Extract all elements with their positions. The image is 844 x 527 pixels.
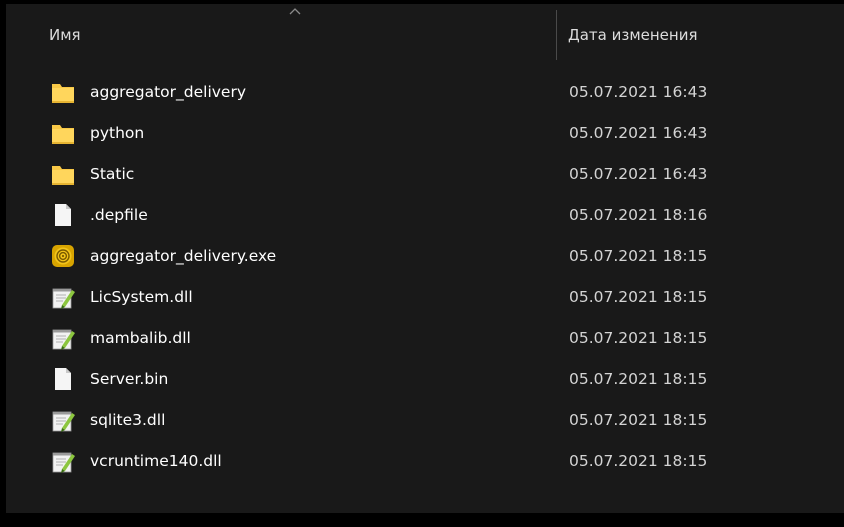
file-date-modified: 05.07.2021 18:15	[569, 452, 708, 470]
window-frame-bottom	[0, 513, 844, 527]
file-name: aggregator_delivery	[90, 83, 247, 101]
file-date-modified: 05.07.2021 18:15	[569, 411, 708, 429]
file-icon	[55, 368, 71, 390]
file-date-modified: 05.07.2021 18:15	[569, 288, 708, 306]
file-date-modified: 05.07.2021 16:43	[569, 83, 708, 101]
file-date-modified: 05.07.2021 16:43	[569, 124, 708, 142]
file-icon	[55, 204, 71, 226]
file-row[interactable]: .depfile 05.07.2021 18:16	[6, 195, 844, 236]
folder-icon	[52, 84, 74, 103]
file-row[interactable]: vcruntime140.dll 05.07.2021 18:15	[6, 441, 844, 482]
folder-icon	[52, 125, 74, 144]
file-row[interactable]: mambalib.dll 05.07.2021 18:15	[6, 318, 844, 359]
chevron-up-icon	[289, 8, 301, 15]
file-name: .depfile	[90, 206, 148, 224]
file-name: mambalib.dll	[90, 329, 191, 347]
dll-icon	[52, 411, 75, 432]
file-row[interactable]: LicSystem.dll 05.07.2021 18:15	[6, 277, 844, 318]
file-date-modified: 05.07.2021 18:15	[569, 370, 708, 388]
file-name: Static	[90, 165, 135, 183]
exe-icon	[52, 245, 74, 267]
dll-icon	[52, 329, 75, 350]
file-row[interactable]: aggregator_delivery.exe 05.07.2021 18:15	[6, 236, 844, 277]
file-row[interactable]: python 05.07.2021 16:43	[6, 113, 844, 154]
folder-icon	[52, 166, 74, 185]
column-header-date-modified[interactable]: Дата изменения	[568, 26, 698, 44]
file-list: aggregator_delivery 05.07.2021 16:43 pyt…	[6, 72, 844, 482]
dll-icon	[52, 288, 75, 309]
file-date-modified: 05.07.2021 18:15	[569, 329, 708, 347]
file-row[interactable]: Server.bin 05.07.2021 18:15	[6, 359, 844, 400]
file-row[interactable]: Static 05.07.2021 16:43	[6, 154, 844, 195]
file-date-modified: 05.07.2021 16:43	[569, 165, 708, 183]
file-row[interactable]: sqlite3.dll 05.07.2021 18:15	[6, 400, 844, 441]
file-name: sqlite3.dll	[90, 411, 166, 429]
file-name: python	[90, 124, 145, 142]
column-header-name[interactable]: Имя	[49, 26, 81, 44]
dll-icon	[52, 452, 75, 473]
file-date-modified: 05.07.2021 18:16	[569, 206, 708, 224]
file-name: vcruntime140.dll	[90, 452, 222, 470]
column-header-bar: Имя Дата изменения	[6, 4, 844, 66]
file-row[interactable]: aggregator_delivery 05.07.2021 16:43	[6, 72, 844, 113]
file-name: LicSystem.dll	[90, 288, 193, 306]
file-name: Server.bin	[90, 370, 169, 388]
column-divider[interactable]	[556, 10, 557, 60]
file-date-modified: 05.07.2021 18:15	[569, 247, 708, 265]
file-name: aggregator_delivery.exe	[90, 247, 277, 265]
